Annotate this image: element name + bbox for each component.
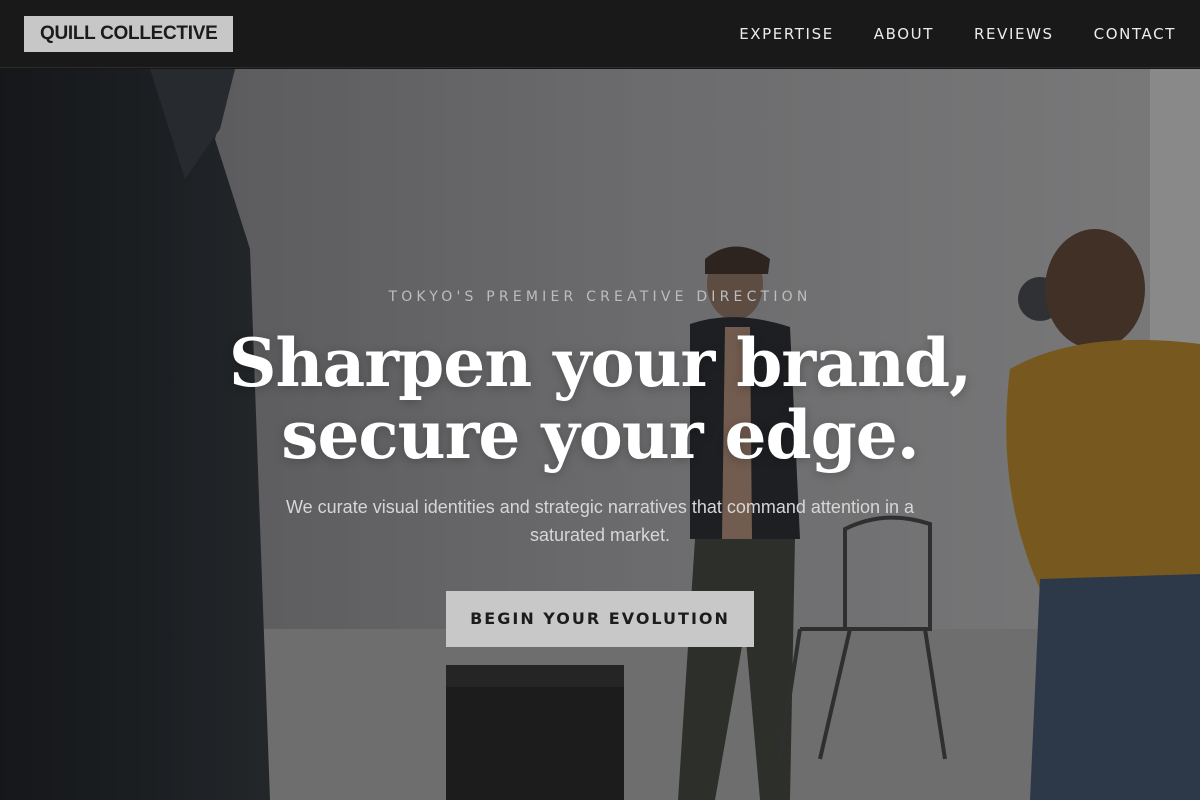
nav-link-reviews[interactable]: REVIEWS [974, 25, 1054, 43]
hero-subtext: We curate visual identities and strategi… [286, 497, 914, 545]
hero-headline: Sharpen your brand, secure your edge. [200, 327, 1000, 471]
nav-link-expertise[interactable]: EXPERTISE [739, 25, 834, 43]
brand-logo[interactable]: QUILL COLLECTIVE [24, 16, 234, 52]
begin-evolution-button[interactable]: BEGIN YOUR EVOLUTION [446, 591, 754, 647]
hero-eyebrow: TOKYO'S PREMIER CREATIVE DIRECTION [388, 289, 812, 305]
hero-headline-line1: Sharpen your brand, [228, 324, 972, 402]
hero-headline-line2: secure your edge. [281, 396, 919, 474]
site-header: QUILL COLLECTIVE EXPERTISE ABOUT REVIEWS… [0, 0, 1200, 68]
nav-link-contact[interactable]: CONTACT [1094, 25, 1176, 43]
hero-section: TOKYO'S PREMIER CREATIVE DIRECTION Sharp… [0, 69, 1200, 800]
hero-content: TOKYO'S PREMIER CREATIVE DIRECTION Sharp… [200, 289, 1000, 647]
main-nav: EXPERTISE ABOUT REVIEWS CONTACT [739, 0, 1176, 68]
nav-link-about[interactable]: ABOUT [874, 25, 934, 43]
